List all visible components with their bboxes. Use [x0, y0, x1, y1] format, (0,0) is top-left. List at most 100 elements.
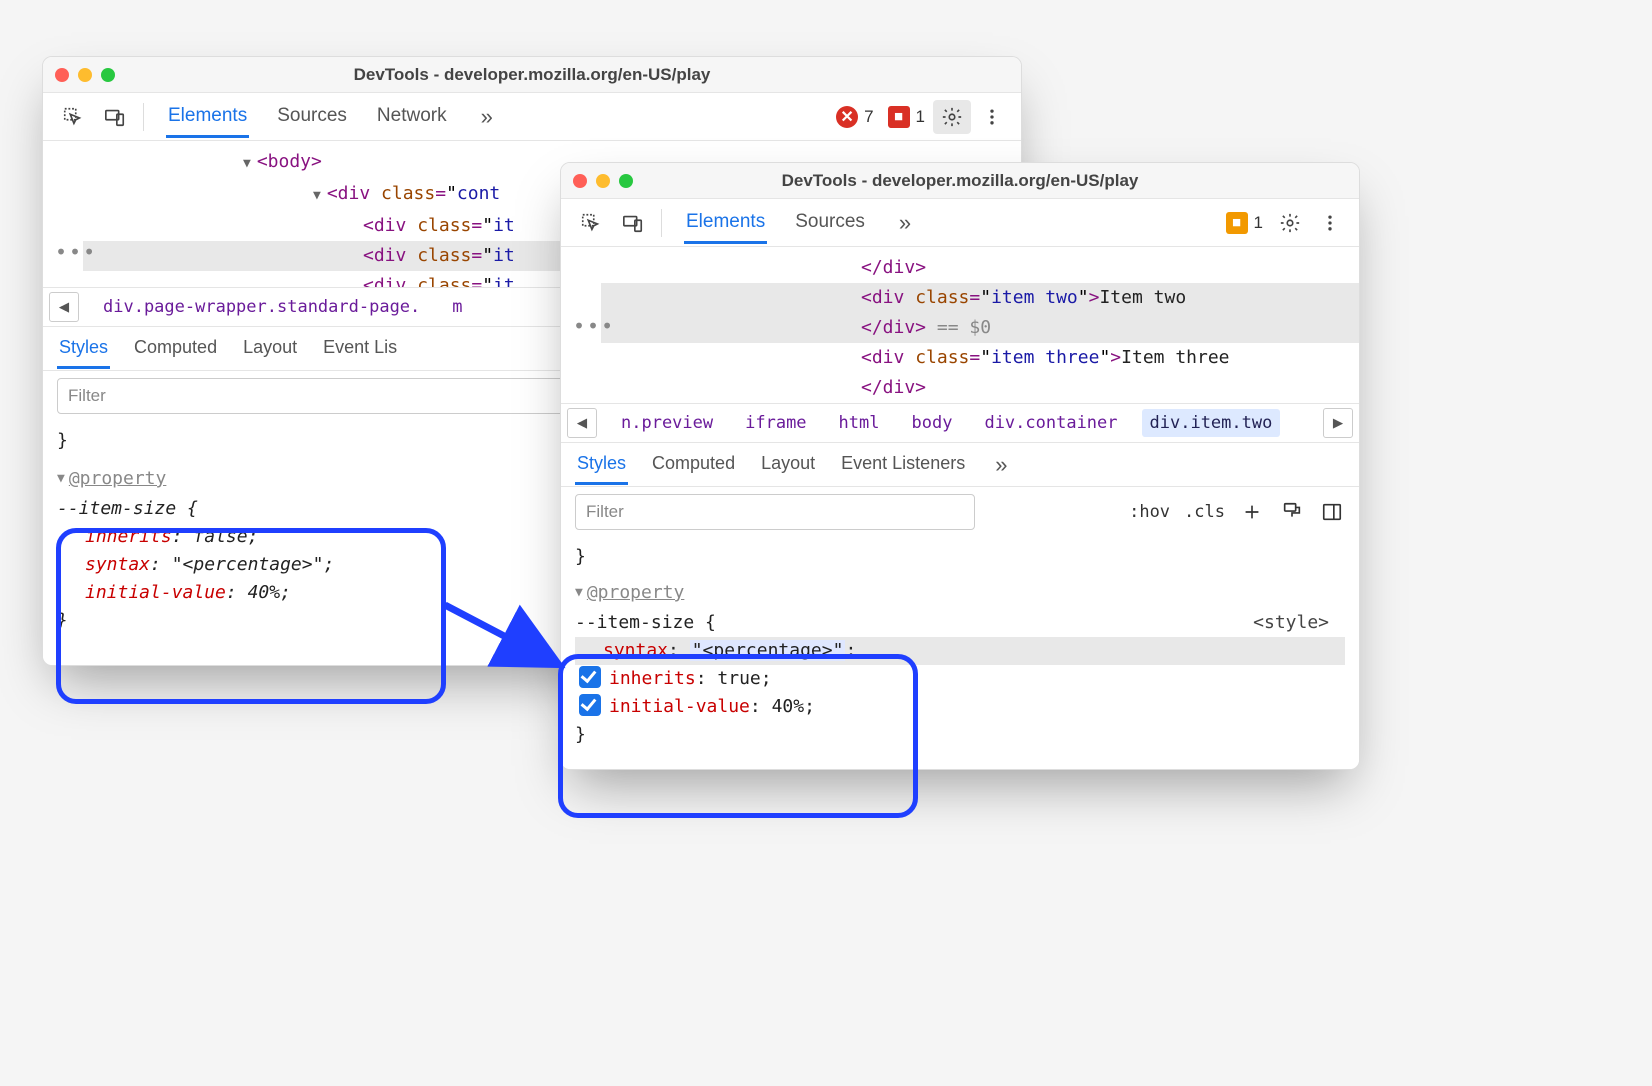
traffic-lights	[55, 68, 115, 82]
main-toolbar: Elements Sources » ■ 1	[561, 199, 1359, 247]
prop-syntax-val: "<percentage>"	[172, 554, 324, 575]
dom-item-two-text: Item two	[1099, 287, 1186, 308]
inspect-icon[interactable]	[53, 100, 93, 134]
prop-inherits-val: true	[717, 668, 760, 689]
dom-item1: it	[493, 215, 515, 236]
minimize-icon[interactable]	[78, 68, 92, 82]
titlebar[interactable]: DevTools - developer.mozilla.org/en-US/p…	[561, 163, 1359, 199]
issues-count: 1	[1254, 213, 1263, 233]
window-title: DevTools - developer.mozilla.org/en-US/p…	[43, 65, 1021, 85]
breadcrumb-2[interactable]: m	[444, 293, 470, 321]
errors-count: 7	[864, 107, 873, 127]
cls-toggle[interactable]: .cls	[1184, 502, 1225, 522]
dom-tree[interactable]: ••• </div> <div class="item two">Item tw…	[561, 247, 1359, 403]
issue-warn-icon: ■	[1226, 212, 1248, 234]
prop-initial-val: 40%	[772, 696, 805, 717]
issues-badge[interactable]: ■ 1	[1226, 212, 1263, 234]
more-menu-icon[interactable]	[973, 100, 1011, 134]
paint-icon[interactable]	[1279, 499, 1305, 525]
breadcrumb-0[interactable]: n.preview	[613, 409, 721, 437]
maximize-icon[interactable]	[619, 174, 633, 188]
breadcrumb-1[interactable]: iframe	[737, 409, 814, 437]
maximize-icon[interactable]	[101, 68, 115, 82]
breadcrumb-2[interactable]: html	[831, 409, 888, 437]
styles-pane[interactable]: } ▼@property --item-size { <style> synta…	[561, 537, 1359, 769]
subtab-event-listeners[interactable]: Event Lis	[321, 329, 399, 369]
rule-close: }	[575, 721, 1345, 749]
subtab-styles[interactable]: Styles	[57, 329, 110, 369]
panel-toggle-icon[interactable]	[1319, 499, 1345, 525]
prop-inherits-val: false	[193, 526, 247, 547]
dom-item-three-text: Item three	[1121, 347, 1229, 368]
tab-elements[interactable]: Elements	[684, 201, 767, 244]
subtab-layout[interactable]: Layout	[759, 445, 817, 485]
new-style-icon[interactable]	[1239, 499, 1265, 525]
panel-tabs: Elements Sources »	[684, 201, 917, 244]
dom-class-attr: class	[381, 183, 435, 204]
at-property-link[interactable]: @property	[587, 582, 685, 603]
close-icon[interactable]	[55, 68, 69, 82]
device-icon[interactable]	[95, 100, 135, 134]
dom-class-attr: class	[915, 287, 969, 308]
inherits-checkbox[interactable]	[579, 666, 601, 688]
subtab-event-listeners[interactable]: Event Listeners	[839, 445, 967, 485]
subtab-computed[interactable]: Computed	[132, 329, 219, 369]
minimize-icon[interactable]	[596, 174, 610, 188]
dom-item2: it	[493, 245, 515, 266]
rule-selector: --item-size {	[575, 612, 716, 633]
window-title: DevTools - developer.mozilla.org/en-US/p…	[561, 171, 1359, 191]
prop-initial-val: 40%	[248, 582, 281, 603]
traffic-lights	[573, 174, 633, 188]
dom-div-tag: div	[872, 287, 905, 308]
errors-badge[interactable]: ✕ 7	[836, 106, 873, 128]
breadcrumb-bar: ◀ n.preview iframe html body div.contain…	[561, 403, 1359, 443]
dollar-zero: == $0	[937, 317, 991, 338]
main-toolbar: Elements Sources Network » ✕ 7 ■ 1	[43, 93, 1021, 141]
titlebar[interactable]: DevTools - developer.mozilla.org/en-US/p…	[43, 57, 1021, 93]
subtab-layout[interactable]: Layout	[241, 329, 299, 369]
tab-sources[interactable]: Sources	[793, 201, 867, 244]
prop-inherits-key: inherits	[609, 668, 696, 689]
more-menu-icon[interactable]	[1311, 206, 1349, 240]
prop-syntax-key: syntax	[85, 554, 150, 575]
crumb-left-icon[interactable]: ◀	[49, 292, 79, 322]
breadcrumb-3[interactable]: body	[904, 409, 961, 437]
initial-checkbox[interactable]	[579, 694, 601, 716]
dom-class-val: cont	[457, 183, 500, 204]
prop-syntax-key: syntax	[603, 640, 668, 661]
issues-badge[interactable]: ■ 1	[888, 106, 925, 128]
subtab-computed[interactable]: Computed	[650, 445, 737, 485]
settings-icon[interactable]	[933, 100, 971, 134]
settings-icon[interactable]	[1271, 206, 1309, 240]
dom-div-tag: div	[338, 183, 371, 204]
crumb-left-icon[interactable]: ◀	[567, 408, 597, 438]
subtab-styles[interactable]: Styles	[575, 445, 628, 485]
breadcrumb-1[interactable]: div.page-wrapper.standard-page.	[95, 293, 428, 321]
hov-toggle[interactable]: :hov	[1129, 502, 1170, 522]
prop-initial-key: initial-value	[609, 696, 750, 717]
tab-network[interactable]: Network	[375, 95, 449, 138]
crumb-right-icon[interactable]: ▶	[1323, 408, 1353, 438]
at-property-link[interactable]: @property	[69, 468, 167, 489]
prop-inherits-key: inherits	[85, 526, 172, 547]
scroll-indicator-icon: •••	[55, 237, 97, 267]
tab-sources[interactable]: Sources	[275, 95, 349, 138]
overflow-tabs-icon[interactable]: »	[893, 210, 917, 236]
close-icon[interactable]	[573, 174, 587, 188]
overflow-subtabs-icon[interactable]: »	[989, 452, 1013, 478]
prop-initial-key: initial-value	[85, 582, 226, 603]
tab-elements[interactable]: Elements	[166, 95, 249, 138]
panel-tabs: Elements Sources Network »	[166, 95, 499, 138]
device-icon[interactable]	[613, 206, 653, 240]
dom-body-tag: body	[268, 151, 311, 172]
devtools-window-2: DevTools - developer.mozilla.org/en-US/p…	[560, 162, 1360, 770]
breadcrumb-5[interactable]: div.item.two	[1142, 409, 1281, 437]
style-source-link[interactable]: <style>	[1253, 609, 1329, 637]
overflow-tabs-icon[interactable]: »	[475, 104, 499, 130]
filter-input[interactable]	[575, 494, 975, 530]
dom-item-three-val: item three	[991, 347, 1099, 368]
styles-subtabs: Styles Computed Layout Event Listeners »	[561, 443, 1359, 487]
inspect-icon[interactable]	[571, 206, 611, 240]
breadcrumb-4[interactable]: div.container	[976, 409, 1125, 437]
prop-syntax-val[interactable]: "<percentage>"	[690, 640, 846, 661]
